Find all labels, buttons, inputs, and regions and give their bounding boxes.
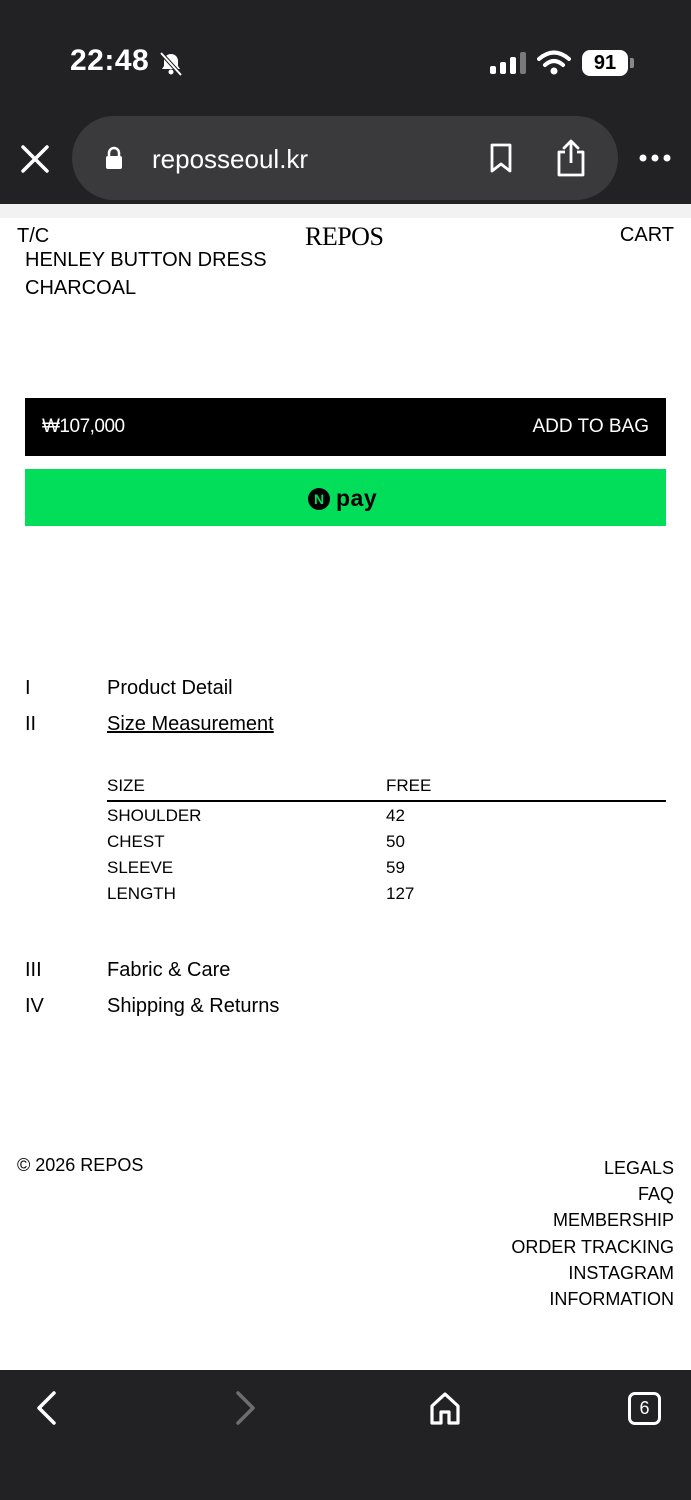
footer-link-order-tracking[interactable]: ORDER TRACKING xyxy=(511,1234,674,1260)
url-text: reposseoul.kr xyxy=(152,144,309,174)
table-row: SHOULDER 42 xyxy=(107,806,666,832)
footer-link-information[interactable]: INFORMATION xyxy=(511,1286,674,1312)
row-value: 59 xyxy=(386,858,405,877)
back-arrow-icon[interactable] xyxy=(34,1390,60,1426)
lock-icon xyxy=(106,146,122,169)
table-row: CHEST 50 xyxy=(107,832,666,858)
forward-arrow-icon[interactable] xyxy=(232,1390,258,1426)
product-name-line2: CHARCOAL xyxy=(25,277,137,299)
footer-nav: LEGALS FAQ MEMBERSHIP ORDER TRACKING INS… xyxy=(511,1155,674,1312)
naver-n-icon: N xyxy=(308,487,330,510)
tabs-count-button[interactable]: 6 xyxy=(628,1392,661,1425)
row-value: 42 xyxy=(386,806,405,825)
wifi-icon xyxy=(537,50,571,75)
battery-indicator: 91 xyxy=(582,50,628,76)
product-price: ₩107,000 xyxy=(42,416,125,437)
row-value: 127 xyxy=(386,884,415,903)
naver-pay-logo: N pay xyxy=(308,485,377,512)
more-options-icon[interactable] xyxy=(638,152,672,164)
section-number: I xyxy=(25,677,31,699)
section-number: III xyxy=(25,959,42,981)
table-row: LENGTH 127 xyxy=(107,884,666,910)
footer-link-membership[interactable]: MEMBERSHIP xyxy=(511,1207,674,1233)
home-icon[interactable] xyxy=(428,1390,462,1426)
category-link[interactable]: T/C xyxy=(17,225,49,248)
product-title: HENLEY BUTTON DRESS CHARCOAL xyxy=(25,246,267,302)
row-value: 50 xyxy=(386,832,405,851)
page-top-divider xyxy=(0,204,691,218)
section-label: Size Measurement xyxy=(107,713,274,735)
section-label: Product Detail xyxy=(107,677,233,699)
row-label: LENGTH xyxy=(107,884,176,903)
url-field[interactable]: reposseoul.kr xyxy=(72,116,618,200)
add-to-bag-label: ADD TO BAG xyxy=(532,416,650,437)
size-table: SIZE FREE SHOULDER 42 CHEST 50 SLEEVE 59… xyxy=(107,776,666,910)
status-bar: 22:48 91 xyxy=(0,0,691,112)
share-icon[interactable] xyxy=(554,138,588,178)
bookmark-icon[interactable] xyxy=(488,142,514,174)
add-to-bag-button[interactable]: ₩107,000 ADD TO BAG xyxy=(25,398,666,456)
header-size: SIZE xyxy=(107,776,145,795)
naver-pay-text: pay xyxy=(336,485,378,511)
section-number: II xyxy=(25,713,37,735)
row-label: SLEEVE xyxy=(107,858,174,877)
section-label: Fabric & Care xyxy=(107,959,231,981)
table-row: SLEEVE 59 xyxy=(107,858,666,884)
header-free: FREE xyxy=(386,776,432,795)
naver-pay-button[interactable]: N pay xyxy=(25,469,666,526)
cart-link[interactable]: CART xyxy=(620,224,674,247)
browser-toolbar: 6 xyxy=(0,1370,691,1500)
footer-link-faq[interactable]: FAQ xyxy=(511,1181,674,1207)
brand-logo[interactable]: REPOS xyxy=(305,222,384,252)
battery-tip xyxy=(630,58,634,68)
row-label: SHOULDER xyxy=(107,806,202,825)
close-icon[interactable] xyxy=(18,142,52,176)
copyright-text: © 2026 REPOS xyxy=(17,1155,144,1175)
clock-time: 22:48 xyxy=(70,44,150,77)
footer-link-instagram[interactable]: INSTAGRAM xyxy=(511,1260,674,1286)
browser-address-bar: reposseoul.kr xyxy=(0,112,691,204)
bell-muted-icon xyxy=(159,51,183,77)
row-label: CHEST xyxy=(107,832,165,851)
footer-link-legals[interactable]: LEGALS xyxy=(511,1155,674,1181)
cellular-signal-icon xyxy=(490,52,526,74)
product-name-line1: HENLEY BUTTON DRESS xyxy=(25,249,267,271)
section-label: Shipping & Returns xyxy=(107,995,280,1017)
section-number: IV xyxy=(25,995,44,1017)
size-table-header: SIZE FREE xyxy=(107,776,666,802)
